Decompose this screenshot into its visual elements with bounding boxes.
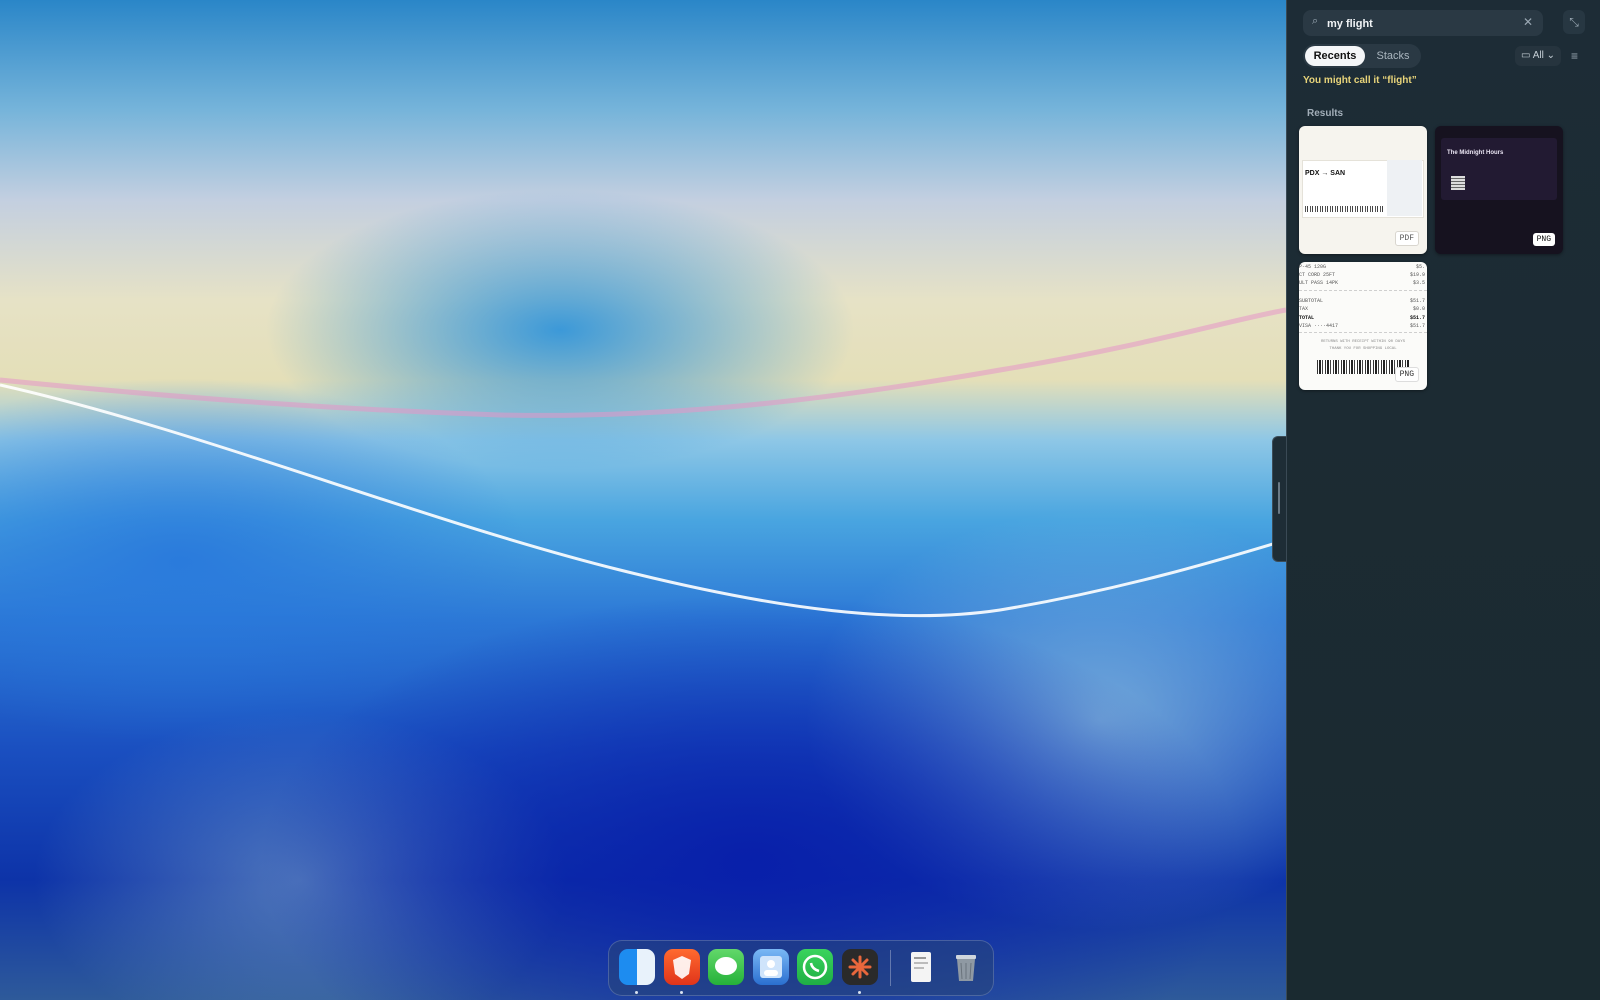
filter-label: All — [1532, 50, 1544, 61]
boarding-pass-stub — [1387, 160, 1422, 216]
receipt-line: ULT PASS 14PK $3.5 — [1299, 280, 1425, 286]
folder-icon: ▭ — [1521, 50, 1531, 61]
result-card-event-ticket[interactable]: The Midnight Hours PNG — [1435, 126, 1563, 254]
search-bar: ⌕ ✕ — [1303, 10, 1543, 36]
receipt-footer: THANK YOU FOR SHOPPING LOCAL — [1329, 347, 1397, 351]
dock-separator — [890, 950, 891, 986]
file-type-badge: PNG — [1394, 367, 1419, 382]
trash-icon[interactable] — [948, 949, 984, 985]
view-tabs: Recents Stacks — [1303, 44, 1421, 68]
finder-icon[interactable] — [619, 949, 655, 985]
expand-button[interactable]: ⤡ — [1563, 10, 1585, 34]
messages-icon[interactable] — [708, 949, 744, 985]
receipt-total: TOTAL $51.7 — [1299, 315, 1425, 321]
file-type-badge: PDF — [1394, 231, 1419, 246]
receipt-line: CT CORD 25FT $19.9 — [1299, 272, 1425, 278]
claude-icon[interactable] — [842, 949, 878, 985]
menu-icon[interactable]: ≡ — [1571, 46, 1578, 66]
running-indicator — [635, 991, 638, 994]
handle-grip — [1278, 482, 1280, 514]
preview-icon[interactable] — [753, 949, 789, 985]
qr-code-image — [1451, 176, 1465, 190]
panel-resize-handle[interactable] — [1272, 436, 1286, 562]
results-heading: Results — [1307, 108, 1344, 119]
receipt-divider — [1299, 332, 1427, 333]
result-card-boarding-pass[interactable]: PDX → SAN PDF — [1299, 126, 1427, 254]
tab-recents[interactable]: Recents — [1305, 46, 1365, 66]
filter-dropdown[interactable]: ▭ All ⌄ — [1515, 46, 1561, 66]
receipt-line: SUBTOTAL $51.7 — [1299, 298, 1425, 304]
running-indicator — [858, 991, 861, 994]
dock — [608, 940, 994, 996]
receipt-line: VISA ····4417 $51.7 — [1299, 323, 1425, 329]
whatsapp-icon[interactable] — [797, 949, 833, 985]
search-panel: ⌕ ✕ ⤡ Recents Stacks ▭ All ⌄ ≡ You might… — [1286, 0, 1600, 1000]
running-indicator — [680, 991, 683, 994]
wallpaper-wave — [0, 307, 1286, 618]
result-card-receipt[interactable]: P-45 120G $5. CT CORD 25FT $19.9 ULT PASS … — [1299, 262, 1427, 390]
tab-stacks[interactable]: Stacks — [1367, 46, 1419, 66]
desktop-wallpaper — [0, 0, 1286, 1000]
documents-stack-icon[interactable] — [903, 949, 939, 985]
brave-icon[interactable] — [664, 949, 700, 985]
ticket-title: The Midnight Hours — [1447, 150, 1504, 156]
receipt-footer: RETURNS WITH RECEIPT WITHIN 90 DAYS — [1320, 340, 1405, 344]
search-input[interactable] — [1325, 13, 1519, 35]
search-icon: ⌕ — [1312, 15, 1319, 27]
clear-search-icon[interactable]: ✕ — [1523, 15, 1533, 29]
receipt-divider — [1299, 290, 1427, 291]
chevron-down-icon: ⌄ — [1546, 50, 1555, 61]
search-suggestion[interactable]: You might call it “flight” — [1303, 75, 1417, 86]
ticket-preview — [1441, 138, 1557, 200]
barcode-image — [1305, 206, 1383, 212]
receipt-line: P-45 120G $5. — [1299, 264, 1425, 270]
boarding-pass-route: PDX → SAN — [1305, 170, 1346, 177]
file-type-badge: PNG — [1532, 233, 1555, 246]
receipt-line: TAX $0.0 — [1299, 306, 1425, 312]
